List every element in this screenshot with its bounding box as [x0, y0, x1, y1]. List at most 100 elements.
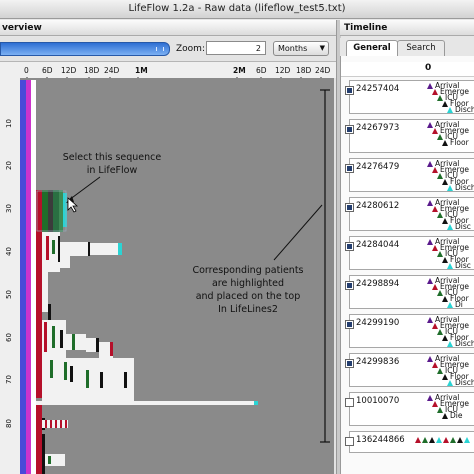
event-marker-icon[interactable] [447, 185, 453, 191]
sequence-bar[interactable] [50, 420, 52, 428]
sequence-bar-selected[interactable] [48, 190, 53, 232]
patient-id: 10010070 [356, 396, 400, 406]
event-marker-icon[interactable] [447, 107, 453, 113]
horizontal-scrollbar-thumb[interactable] [0, 42, 170, 56]
sequence-bar[interactable] [60, 242, 88, 256]
sequence-bar[interactable] [42, 298, 48, 312]
overview-panel-header: verview [0, 20, 336, 36]
row-checkbox[interactable] [345, 359, 354, 368]
tab-general-label: General [353, 43, 391, 53]
timeline-tabs: General Search [340, 38, 474, 56]
row-checkbox[interactable] [345, 281, 354, 290]
x-tick-label: 12D [61, 66, 77, 75]
tab-search[interactable]: Search [397, 40, 445, 56]
root-bar-all-records[interactable] [20, 80, 26, 474]
sequence-bar[interactable] [50, 360, 53, 378]
row-checkbox[interactable] [345, 164, 354, 173]
patient-id: 24298894 [356, 279, 400, 289]
window-titlebar: LifeFlow 1.2a - Raw data (lifeflow_test5… [0, 0, 474, 19]
event-marker-icon[interactable] [422, 437, 428, 443]
sequence-bar[interactable] [86, 370, 89, 388]
patient-id: 24267973 [356, 123, 400, 133]
event-marker-icon[interactable] [447, 224, 453, 230]
event-label: Floor [450, 138, 469, 147]
sequence-bar[interactable] [36, 405, 42, 474]
event-marker-icon[interactable] [464, 437, 470, 443]
sequence-bar[interactable] [72, 334, 75, 350]
discharge-bar[interactable] [118, 243, 122, 255]
sequence-bar[interactable] [110, 342, 113, 356]
chevron-down-icon: ▼ [319, 44, 325, 52]
tab-general[interactable]: General [346, 40, 398, 56]
sequence-bar[interactable] [46, 236, 49, 260]
sequence-bar-selected[interactable] [42, 190, 48, 232]
sequence-bar[interactable] [48, 304, 51, 320]
sequence-bar[interactable] [60, 420, 62, 428]
annotation-corr-line2: are highlighted [212, 278, 284, 289]
sequence-bar[interactable] [58, 236, 60, 262]
patient-id: 24276479 [356, 162, 400, 172]
event-marker-icon[interactable] [442, 140, 448, 146]
long-sequence-bar[interactable] [36, 401, 254, 405]
sequence-bar[interactable] [124, 372, 127, 388]
discharge-bar[interactable] [254, 401, 258, 405]
sequence-bar[interactable] [52, 326, 55, 348]
y-tick-label: 10 [5, 119, 13, 128]
row-checkbox[interactable] [345, 86, 354, 95]
row-checkbox[interactable] [345, 320, 354, 329]
sequence-bar[interactable] [96, 338, 99, 352]
event-marker-icon[interactable] [443, 437, 449, 443]
row-checkbox[interactable] [345, 398, 354, 407]
sequence-bar[interactable] [66, 334, 86, 350]
sequence-bar[interactable] [48, 456, 51, 464]
lifeflow-panel: 0 6D 12D 18D 24D 1M 2M 6D 12D 18D 24D 10… [0, 62, 336, 474]
event-marker-icon[interactable] [415, 437, 421, 443]
sequence-bar-selected[interactable] [59, 190, 63, 232]
sequence-bar[interactable] [45, 420, 47, 428]
y-tick-label: 40 [5, 247, 13, 256]
sequence-bar[interactable] [60, 256, 70, 268]
arrival-event-bar[interactable] [26, 80, 31, 474]
x-tick-label: 0 [24, 66, 29, 75]
sequence-bar[interactable] [64, 362, 67, 380]
event-marker-icon[interactable] [450, 437, 456, 443]
row-checkbox[interactable] [345, 203, 354, 212]
row-checkbox[interactable] [345, 437, 354, 446]
sequence-bar[interactable] [44, 322, 47, 352]
discharge-bar-selected[interactable] [63, 193, 67, 227]
x-tick-label: 18D [296, 66, 312, 75]
sequence-bar[interactable] [88, 242, 90, 256]
emergency-event-bar[interactable] [31, 80, 36, 474]
sequence-bar[interactable] [70, 366, 73, 382]
annotation-corr-line4: In LifeLines2 [218, 304, 278, 315]
event-marker-icon[interactable] [447, 302, 453, 308]
tab-search-label: Search [406, 43, 436, 53]
event-marker-icon[interactable] [447, 341, 453, 347]
sequence-bar[interactable] [100, 372, 103, 388]
event-marker-icon[interactable] [429, 437, 435, 443]
x-tick-label: 24D [104, 66, 120, 75]
x-tick-label: 24D [315, 66, 331, 75]
event-marker-icon[interactable] [436, 437, 442, 443]
sequence-bar[interactable] [65, 420, 67, 428]
sequence-bar[interactable] [55, 420, 57, 428]
event-marker-icon[interactable] [442, 413, 448, 419]
event-marker-icon[interactable] [447, 263, 453, 269]
sequence-bar-selected[interactable] [53, 190, 59, 232]
zoom-spinner[interactable]: 2 [206, 41, 266, 55]
annotation-corr-line3: and placed on the top [196, 291, 301, 302]
event-marker-icon[interactable] [457, 437, 463, 443]
row-checkbox[interactable] [345, 242, 354, 251]
lifeflow-visualization: 0 6D 12D 18D 24D 1M 2M 6D 12D 18D 24D 10… [0, 62, 336, 474]
sequence-bar[interactable] [42, 434, 45, 474]
sequence-bar[interactable] [42, 232, 60, 272]
time-unit-dropdown[interactable]: Months ▼ [273, 41, 329, 56]
patient-id: 24280612 [356, 201, 400, 211]
sequence-bar[interactable] [52, 240, 55, 254]
sequence-bar[interactable] [42, 272, 48, 298]
event-marker-icon[interactable] [447, 380, 453, 386]
sequence-bar[interactable] [90, 243, 118, 255]
zoom-value: 2 [255, 44, 261, 53]
row-checkbox[interactable] [345, 125, 354, 134]
sequence-bar[interactable] [60, 330, 63, 348]
